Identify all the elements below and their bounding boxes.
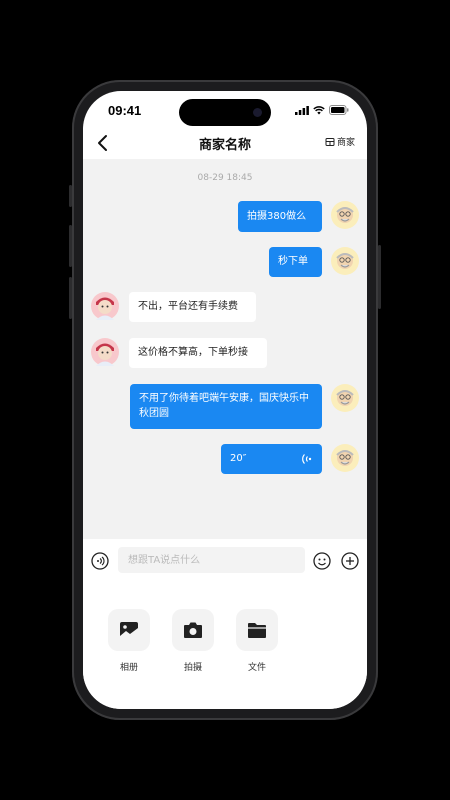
mute-switch (69, 185, 72, 207)
chat-area[interactable]: 08-29 18:45 拍摄380做么 秒下单 不出，平台还有手续费 这价格不算… (83, 159, 367, 539)
merchant-avatar[interactable] (91, 338, 119, 366)
wifi-icon (313, 105, 325, 114)
store-icon (325, 137, 335, 146)
volume-up-button (69, 225, 72, 267)
my-avatar[interactable] (331, 384, 359, 412)
volume-down-button (69, 277, 72, 319)
old-man-avatar-icon (336, 207, 354, 223)
merchant-avatar[interactable] (91, 292, 119, 320)
status-bar: 09:41 (83, 91, 367, 129)
camera-icon (184, 622, 202, 638)
message-composer (83, 539, 367, 586)
message-bubble-received[interactable]: 不出，平台还有手续费 (129, 292, 256, 322)
add-icon[interactable] (341, 552, 359, 570)
message-text: 拍摄380做么 (247, 211, 307, 222)
message-bubble-sent[interactable]: 拍摄380做么 (238, 201, 322, 232)
message-text: 秒下单 (278, 256, 308, 267)
battery-icon (329, 105, 349, 115)
attachment-panel: 相册 拍摄 文件 (83, 585, 367, 709)
message-timestamp: 08-29 18:45 (197, 173, 253, 183)
shop-button[interactable]: 商家 (325, 135, 355, 148)
message-bubble-sent[interactable]: 秒下单 (269, 247, 322, 277)
status-icons (295, 105, 349, 115)
shop-label: 商家 (336, 138, 355, 148)
tool-photo-album[interactable]: 相册 (107, 609, 151, 673)
message-bubble-sent[interactable]: 不用了你待着吧端午安康，国庆快乐中秋团圆 (130, 384, 322, 429)
voice-message-bubble[interactable]: 20″ (221, 444, 322, 474)
photo-album-icon (120, 622, 138, 638)
voice-duration: 20″ (230, 453, 247, 464)
voice-input-icon[interactable] (91, 552, 109, 570)
my-avatar[interactable] (331, 444, 359, 472)
my-avatar[interactable] (331, 247, 359, 275)
tool-label: 文件 (247, 663, 266, 673)
old-man-avatar-icon (336, 253, 354, 269)
power-button (378, 245, 381, 309)
old-man-avatar-icon (336, 450, 354, 466)
screen: 09:41 商家名称 商家 08-29 18:45 拍摄380做么 秒下单 不出… (83, 91, 367, 709)
message-input[interactable] (118, 547, 305, 573)
my-avatar[interactable] (331, 201, 359, 229)
old-man-avatar-icon (336, 390, 354, 406)
message-text: 不用了你待着吧端午安康，国庆快乐中秋团圆 (139, 393, 309, 419)
dynamic-island (179, 99, 271, 126)
voice-wave-icon (302, 454, 312, 464)
navigation-bar: 商家名称 商家 (83, 129, 367, 159)
tool-camera[interactable]: 拍摄 (171, 609, 215, 673)
folder-icon (248, 623, 266, 638)
signal-icon (295, 105, 309, 115)
tool-file[interactable]: 文件 (235, 609, 279, 673)
person-avatar-icon (96, 343, 114, 366)
message-bubble-received[interactable]: 这价格不算高，下单秒接 (129, 338, 267, 368)
message-text: 这价格不算高，下单秒接 (138, 347, 248, 358)
tool-label: 拍摄 (183, 663, 202, 673)
status-time: 09:41 (108, 103, 142, 118)
tool-label: 相册 (119, 663, 138, 673)
emoji-icon[interactable] (313, 552, 331, 570)
message-text: 不出，平台还有手续费 (138, 301, 238, 312)
person-avatar-icon (96, 297, 114, 320)
